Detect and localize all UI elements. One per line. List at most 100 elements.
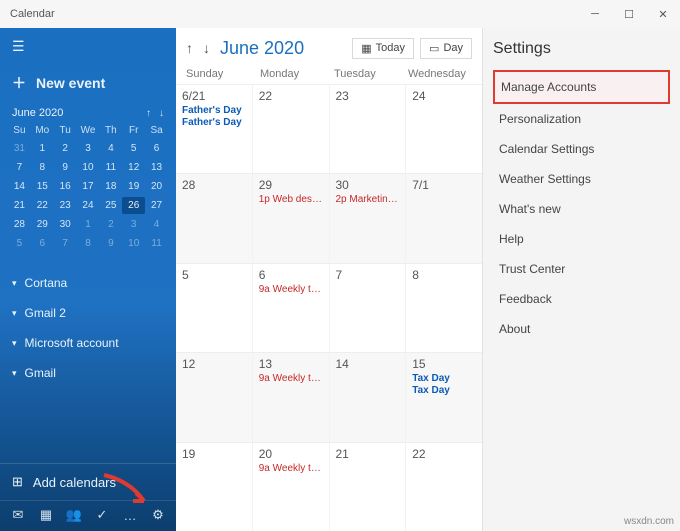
mini-day[interactable]: 4	[99, 140, 122, 157]
mini-day[interactable]: 20	[145, 178, 168, 195]
mini-day[interactable]: 2	[54, 140, 77, 157]
more-icon[interactable]: …	[117, 508, 143, 523]
day-cell[interactable]: 28	[176, 174, 253, 262]
mini-day[interactable]: 26	[122, 197, 145, 214]
event-item[interactable]: 1p Web design	[259, 194, 323, 205]
calendar-account-item[interactable]: ▾Microsoft account	[0, 328, 176, 358]
settings-item-calendar-settings[interactable]: Calendar Settings	[493, 134, 670, 164]
mini-day[interactable]: 28	[8, 216, 31, 233]
settings-icon[interactable]: ⚙	[145, 507, 171, 523]
day-cell[interactable]: 7	[330, 264, 407, 352]
mini-day[interactable]: 9	[99, 235, 122, 252]
people-icon[interactable]: 👥	[61, 507, 87, 523]
mini-day[interactable]: 8	[77, 235, 100, 252]
day-cell[interactable]: 24	[406, 85, 482, 173]
day-cell[interactable]: 23	[330, 85, 407, 173]
event-item[interactable]: 9a Weekly team	[259, 463, 323, 474]
mini-day[interactable]: 11	[145, 235, 168, 252]
mini-day[interactable]: 17	[77, 178, 100, 195]
mini-day[interactable]: 29	[31, 216, 54, 233]
mini-day[interactable]: 27	[145, 197, 168, 214]
mini-day[interactable]: 31	[8, 140, 31, 157]
mini-day[interactable]: 1	[77, 216, 100, 233]
settings-item-what-s-new[interactable]: What's new	[493, 194, 670, 224]
day-cell[interactable]: 69a Weekly team	[253, 264, 330, 352]
day-cell[interactable]: 15Tax DayTax Day	[406, 353, 482, 441]
mini-day[interactable]: 3	[77, 140, 100, 157]
mini-day[interactable]: 24	[77, 197, 100, 214]
day-cell[interactable]: 12	[176, 353, 253, 441]
calendar-account-item[interactable]: ▾Cortana	[0, 268, 176, 298]
mini-day[interactable]: 6	[145, 140, 168, 157]
day-cell[interactable]: 6/21Father's DayFather's Day	[176, 85, 253, 173]
mini-day[interactable]: 5	[122, 140, 145, 157]
settings-item-trust-center[interactable]: Trust Center	[493, 254, 670, 284]
day-cell[interactable]: 19	[176, 443, 253, 531]
settings-item-about[interactable]: About	[493, 314, 670, 344]
day-cell[interactable]: 22	[406, 443, 482, 531]
day-cell[interactable]: 14	[330, 353, 407, 441]
event-item[interactable]: Father's Day	[182, 105, 246, 116]
next-period-icon[interactable]: ↓	[203, 40, 210, 56]
calendar-icon[interactable]: ▦	[33, 507, 59, 523]
settings-item-feedback[interactable]: Feedback	[493, 284, 670, 314]
mini-day[interactable]: 13	[145, 159, 168, 176]
day-cell[interactable]: 5	[176, 264, 253, 352]
mini-day[interactable]: 22	[31, 197, 54, 214]
month-title[interactable]: June 2020	[220, 38, 304, 59]
mini-day[interactable]: 3	[122, 216, 145, 233]
mini-day[interactable]: 5	[8, 235, 31, 252]
mini-next-icon[interactable]: ↓	[159, 108, 164, 119]
mini-day[interactable]: 7	[54, 235, 77, 252]
hamburger-icon[interactable]: ☰	[0, 28, 176, 65]
mini-day[interactable]: 11	[99, 159, 122, 176]
day-cell[interactable]: 302p Marketing c	[330, 174, 407, 262]
mini-day[interactable]: 16	[54, 178, 77, 195]
mail-icon[interactable]: ✉	[5, 507, 31, 523]
event-item[interactable]: 9a Weekly team	[259, 284, 323, 295]
mini-calendar[interactable]: SuMoTuWeThFrSa31123456789101112131415161…	[0, 123, 176, 260]
event-item[interactable]: Father's Day	[182, 117, 246, 128]
calendar-account-item[interactable]: ▾Gmail	[0, 358, 176, 388]
event-item[interactable]: 9a Weekly team	[259, 373, 323, 384]
mini-day[interactable]: 18	[99, 178, 122, 195]
mini-prev-icon[interactable]: ↑	[146, 108, 151, 119]
maximize-button[interactable]: ☐	[612, 0, 646, 28]
mini-day[interactable]: 1	[31, 140, 54, 157]
day-cell[interactable]: 21	[330, 443, 407, 531]
calendar-account-item[interactable]: ▾Gmail 2	[0, 298, 176, 328]
mini-day[interactable]: 12	[122, 159, 145, 176]
mini-day[interactable]: 2	[99, 216, 122, 233]
mini-month-label[interactable]: June 2020	[12, 107, 63, 119]
day-cell[interactable]: 139a Weekly team	[253, 353, 330, 441]
day-cell[interactable]: 7/1	[406, 174, 482, 262]
day-cell[interactable]: 209a Weekly team	[253, 443, 330, 531]
new-event-button[interactable]: ＋ New event	[0, 65, 176, 107]
day-view-button[interactable]: ▭ Day	[420, 38, 472, 59]
mini-day[interactable]: 6	[31, 235, 54, 252]
mini-day[interactable]: 10	[122, 235, 145, 252]
mini-day[interactable]: 10	[77, 159, 100, 176]
mini-day[interactable]: 8	[31, 159, 54, 176]
mini-day[interactable]: 7	[8, 159, 31, 176]
event-item[interactable]: Tax Day	[412, 373, 476, 384]
mini-day[interactable]: 4	[145, 216, 168, 233]
day-cell[interactable]: 22	[253, 85, 330, 173]
prev-period-icon[interactable]: ↑	[186, 40, 193, 56]
settings-item-weather-settings[interactable]: Weather Settings	[493, 164, 670, 194]
event-item[interactable]: Tax Day	[412, 385, 476, 396]
event-item[interactable]: 2p Marketing c	[336, 194, 400, 205]
day-cell[interactable]: 8	[406, 264, 482, 352]
mini-day[interactable]: 23	[54, 197, 77, 214]
todo-icon[interactable]: ✓	[89, 507, 115, 523]
mini-day[interactable]: 30	[54, 216, 77, 233]
mini-day[interactable]: 25	[99, 197, 122, 214]
today-button[interactable]: ▦ Today	[352, 38, 414, 59]
day-cell[interactable]: 291p Web design	[253, 174, 330, 262]
minimize-button[interactable]: ─	[578, 0, 612, 28]
settings-item-personalization[interactable]: Personalization	[493, 104, 670, 134]
add-calendars-button[interactable]: ⊞ Add calendars	[0, 463, 176, 500]
mini-day[interactable]: 9	[54, 159, 77, 176]
close-button[interactable]: ✕	[646, 0, 680, 28]
settings-item-manage-accounts[interactable]: Manage Accounts	[493, 70, 670, 104]
